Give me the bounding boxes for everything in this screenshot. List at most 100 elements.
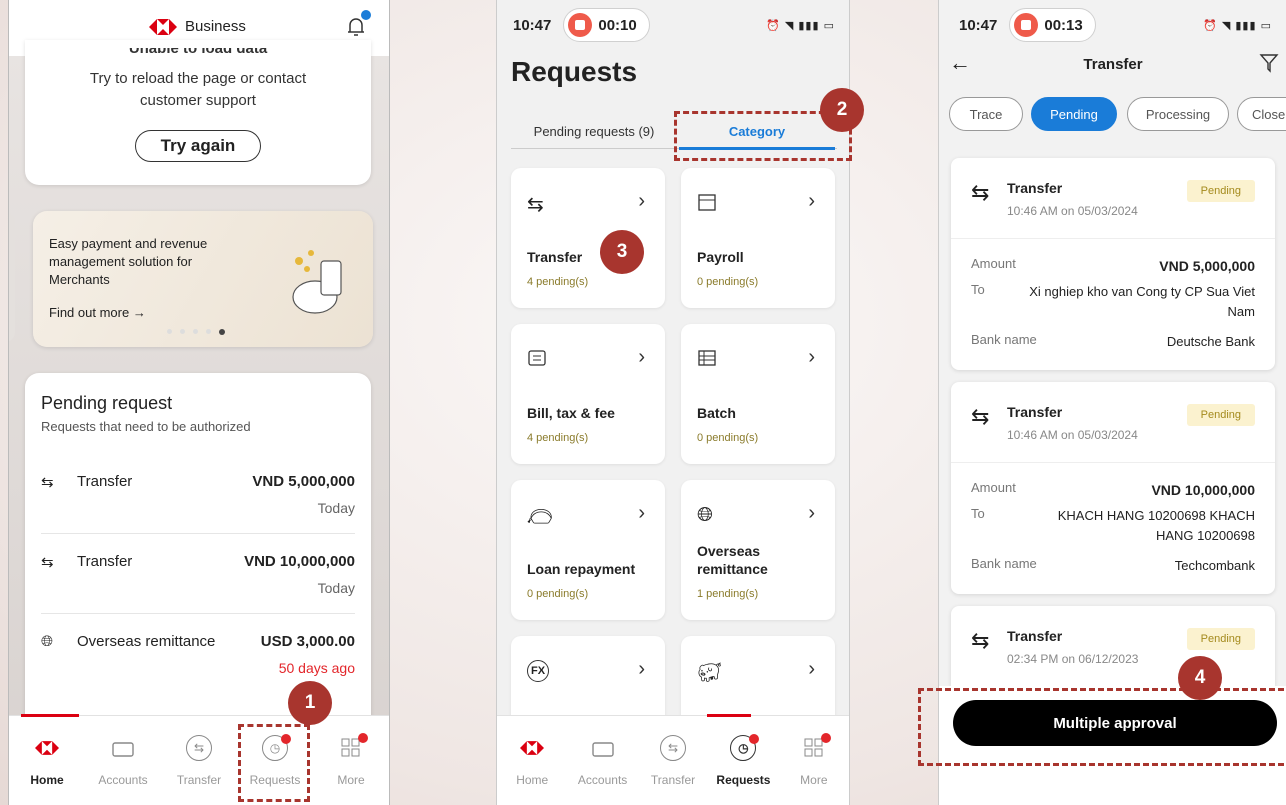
nav-accounts[interactable]: Accounts bbox=[567, 716, 637, 805]
status-bar: 10:47 00:10 ⏰ ◥ ▮▮▮ ▭ bbox=[497, 0, 849, 50]
filter-icon[interactable] bbox=[1259, 52, 1279, 79]
amount-label: Amount bbox=[971, 256, 1016, 271]
transfer-arrows-icon: ⇆ bbox=[527, 194, 544, 216]
category-overseas-remittance[interactable]: 🌐︎ › Overseas remittance 1 pending(s) bbox=[681, 480, 835, 620]
request-name: Transfer bbox=[77, 553, 133, 570]
piggy-pos-illustration-icon bbox=[292, 250, 342, 314]
transfer-arrows-icon: ⇆ bbox=[41, 474, 54, 491]
chevron-right-icon: › bbox=[638, 190, 645, 212]
category-pending: 0 pending(s) bbox=[697, 276, 759, 288]
transfer-card[interactable]: ⇆ Transfer 10:46 AM on 05/03/2024 Pendin… bbox=[951, 158, 1275, 370]
nav-requests[interactable]: ◷ Requests bbox=[708, 716, 778, 805]
error-message-1: Try to reload the page or contact bbox=[89, 70, 307, 87]
filter-pill-close[interactable]: Close bbox=[1237, 97, 1286, 131]
status-badge: Pending bbox=[1186, 180, 1255, 202]
nav-more[interactable]: More bbox=[779, 716, 849, 805]
chevron-right-icon: › bbox=[638, 346, 645, 368]
nav-transfer[interactable]: ⇆ Transfer bbox=[638, 716, 708, 805]
divider bbox=[951, 462, 1275, 463]
brand: Business bbox=[149, 18, 246, 35]
wallet-icon bbox=[110, 735, 136, 761]
transfer-card[interactable]: ⇆ Transfer 02:34 PM on 06/12/2023 Pendin… bbox=[951, 606, 1275, 686]
filter-pill-trace[interactable]: Trace bbox=[949, 97, 1023, 131]
grid-icon bbox=[338, 732, 368, 761]
fx-icon: FX bbox=[527, 660, 549, 682]
transfer-circle-icon: ⇆ bbox=[660, 734, 687, 761]
transfer-time: 10:46 AM on 05/03/2024 bbox=[1007, 204, 1138, 218]
record-icon bbox=[1014, 13, 1039, 37]
transfer-card[interactable]: ⇆ Transfer 10:46 AM on 05/03/2024 Pendin… bbox=[951, 382, 1275, 594]
category-batch[interactable]: › Batch 0 pending(s) bbox=[681, 324, 835, 464]
to-label: To bbox=[971, 282, 985, 297]
promo-text: Easy payment and revenue management solut… bbox=[49, 236, 208, 287]
divider bbox=[41, 613, 355, 614]
category-loan-repayment[interactable]: 👝︎ › Loan repayment 0 pending(s) bbox=[511, 480, 665, 620]
step-badge-4: 4 bbox=[1178, 656, 1222, 700]
globe-icon: 🌐︎ bbox=[697, 504, 713, 526]
status-icons: ⏰ ◥ ▮▮▮ ▭ bbox=[766, 19, 835, 32]
screen-dashboard: Business Unable to load data Try to relo… bbox=[8, 0, 390, 805]
bottom-nav: Home Accounts ⇆ Transfer ◷ Requests More bbox=[497, 714, 849, 805]
status-bar: 10:47 00:13 ⏰ ◥ ▮▮▮ ▭ bbox=[939, 0, 1286, 50]
category-payroll[interactable]: › Payroll 0 pending(s) bbox=[681, 168, 835, 308]
category-name: Bill, tax & fee bbox=[527, 405, 615, 421]
request-amount: VND 10,000,000 bbox=[244, 553, 355, 570]
request-amount: USD 3,000.00 bbox=[260, 633, 355, 650]
status-time: 10:47 bbox=[959, 16, 998, 34]
category-transfer[interactable]: ⇆ › Transfer 4 pending(s) bbox=[511, 168, 665, 308]
request-row[interactable]: 🌐︎ Overseas remittance USD 3,000.00 50 da… bbox=[41, 633, 355, 676]
try-again-button[interactable]: Try again bbox=[135, 130, 261, 162]
transfer-type: Transfer bbox=[1007, 180, 1063, 196]
pending-request-card: Pending request Requests that need to be… bbox=[25, 373, 371, 733]
carousel-dots bbox=[167, 329, 225, 335]
bank-value: Deutsche Bank bbox=[1166, 334, 1255, 349]
recording-indicator: 00:13 bbox=[1009, 8, 1096, 42]
transfer-circle-icon: ⇆ bbox=[186, 734, 212, 761]
find-out-more-link[interactable]: Find out more → bbox=[49, 305, 146, 320]
category-pending: 4 pending(s) bbox=[527, 432, 589, 444]
active-indicator bbox=[21, 714, 79, 717]
chevron-right-icon: › bbox=[638, 502, 645, 524]
to-value: KHACH HANG 10200698 KHACH HANG 10200698 bbox=[1057, 508, 1255, 543]
category-pending: 0 pending(s) bbox=[527, 588, 589, 600]
request-name: Transfer bbox=[77, 473, 133, 490]
divider bbox=[41, 533, 355, 534]
request-row[interactable]: ⇆ Transfer VND 5,000,000 Today bbox=[41, 473, 355, 516]
money-bag-icon: 👝︎ bbox=[527, 506, 553, 528]
filter-pill-pending[interactable]: Pending bbox=[1031, 97, 1117, 131]
status-badge: Pending bbox=[1186, 404, 1255, 426]
bell-icon[interactable] bbox=[343, 10, 371, 40]
chevron-right-icon: › bbox=[808, 190, 815, 212]
request-date: Today bbox=[317, 580, 355, 596]
tab-pending-requests[interactable]: Pending requests (9) bbox=[511, 124, 677, 139]
divider bbox=[951, 238, 1275, 239]
nav-transfer[interactable]: ⇆ Transfer bbox=[161, 716, 237, 805]
bank-value: Techcombank bbox=[1174, 558, 1255, 573]
chevron-right-icon: › bbox=[638, 658, 645, 680]
promo-banner[interactable]: Easy payment and revenue management solut… bbox=[33, 211, 373, 347]
error-message-2: customer support bbox=[140, 92, 256, 109]
recording-indicator: 00:10 bbox=[563, 8, 650, 42]
nav-home[interactable]: Home bbox=[497, 716, 567, 805]
page-title: Transfer bbox=[1083, 56, 1143, 73]
transfer-arrows-icon: ⇆ bbox=[41, 554, 54, 571]
pending-subtitle: Requests that need to be authorized bbox=[41, 419, 251, 434]
nav-home[interactable]: Home bbox=[9, 716, 85, 805]
amount-value: VND 5,000,000 bbox=[1159, 258, 1255, 274]
category-bill-tax-fee[interactable]: › Bill, tax & fee 4 pending(s) bbox=[511, 324, 665, 464]
transfer-arrows-icon: ⇆ bbox=[971, 180, 990, 205]
request-row[interactable]: ⇆ Transfer VND 10,000,000 Today bbox=[41, 553, 355, 596]
chevron-right-icon: › bbox=[808, 658, 815, 680]
status-icons: ⏰ ◥ ▮▮▮ ▭ bbox=[1203, 19, 1272, 32]
filter-pill-processing[interactable]: Processing bbox=[1127, 97, 1229, 131]
hsbc-logo-icon bbox=[519, 735, 545, 761]
category-name: Overseas remittance bbox=[697, 543, 768, 577]
category-pending: 1 pending(s) bbox=[697, 588, 759, 600]
error-card: Unable to load data Try to reload the pa… bbox=[25, 40, 371, 185]
to-value: Xi nghiep kho van Cong ty CP Sua Viet Na… bbox=[1029, 284, 1255, 319]
nav-more[interactable]: More bbox=[313, 716, 389, 805]
transfer-type: Transfer bbox=[1007, 404, 1063, 420]
nav-accounts[interactable]: Accounts bbox=[85, 716, 161, 805]
to-label: To bbox=[971, 506, 985, 521]
category-name: Batch bbox=[697, 405, 736, 421]
